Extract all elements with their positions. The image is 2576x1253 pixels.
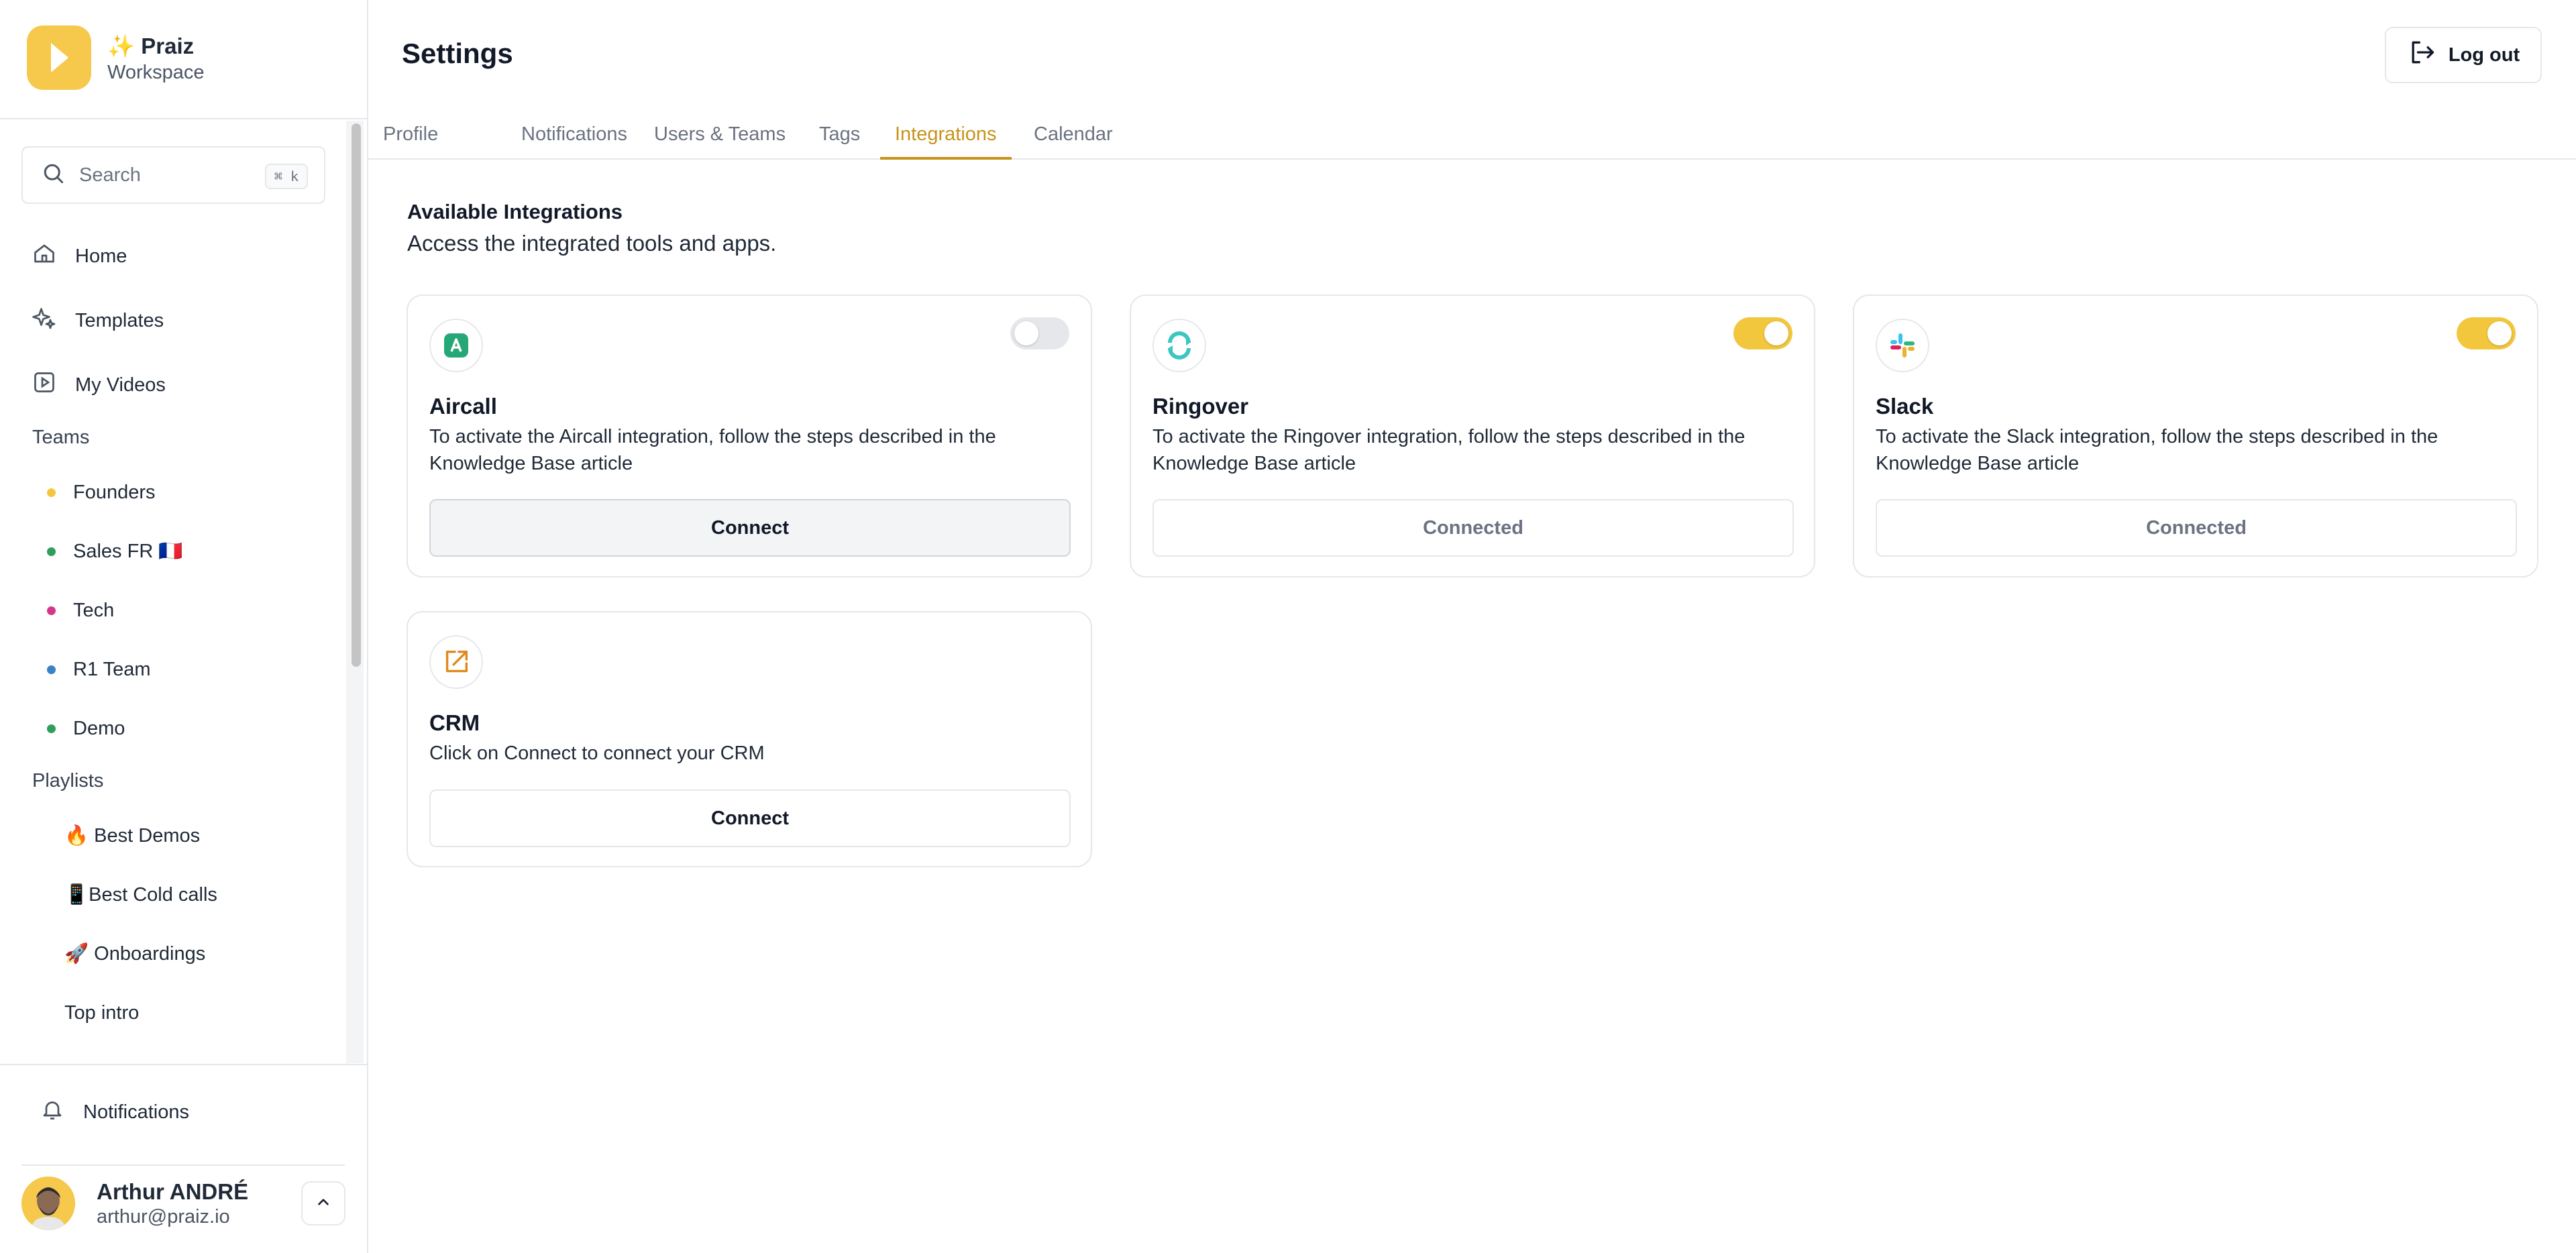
integration-card-crm: CRM Click on Connect to connect your CRM… (407, 611, 1092, 867)
sidebar-item-playlist[interactable]: 🚀 Onboardings (64, 934, 205, 974)
settings-tabs: Profile Notifications Users & Teams Tags… (368, 114, 2576, 160)
praiz-logo-icon (27, 25, 91, 90)
aircall-icon (429, 319, 483, 372)
playlist-label: 📱Best Cold calls (64, 884, 217, 906)
team-color-dot (47, 606, 56, 615)
tab-calendar[interactable]: Calendar (1019, 123, 1128, 158)
sidebar-item-team-demo[interactable]: Demo (47, 708, 125, 749)
playlist-label: 🚀 Onboardings (64, 943, 206, 965)
sparkles-icon (32, 306, 56, 335)
team-label: Tech (73, 599, 115, 621)
logout-label: Log out (2448, 44, 2520, 66)
chevron-up-icon (315, 1193, 332, 1214)
sidebar-item-playlist[interactable]: 📱Best Cold calls (64, 875, 217, 915)
page-title: Settings (402, 38, 513, 69)
team-label: R1 Team (73, 658, 151, 680)
tab-profile[interactable]: Profile (368, 123, 453, 158)
sidebar-item-team-r1[interactable]: R1 Team (47, 649, 151, 690)
playlist-label: Top intro (64, 1001, 140, 1024)
ringover-toggle[interactable] (1733, 317, 1792, 349)
sidebar-item-playlist[interactable]: Top intro (64, 993, 139, 1033)
integration-description: To activate the Aircall integration, fol… (429, 426, 996, 474)
search-icon (42, 162, 66, 189)
aircall-connect-button[interactable]: Connect (429, 499, 1071, 557)
logout-icon (2407, 38, 2436, 72)
section-title: Available Integrations (407, 200, 623, 223)
tab-notifications[interactable]: Notifications (506, 123, 642, 158)
toggle-knob (2487, 321, 2512, 345)
team-label: Founders (73, 481, 156, 503)
sidebar-item-team-founders[interactable]: Founders (47, 472, 156, 512)
section-subtitle: Access the integrated tools and apps. (407, 231, 777, 256)
main-content: Settings Log out Profile Notifications U… (368, 0, 2576, 1253)
home-icon (32, 241, 56, 271)
integration-name: Aircall (429, 394, 497, 419)
team-color-dot (47, 724, 56, 733)
sidebar-scrollbar-thumb[interactable] (352, 123, 361, 667)
external-link-icon (429, 635, 483, 689)
search-shortcut-badge: ⌘ k (264, 164, 308, 189)
video-icon (32, 370, 56, 400)
integration-card-slack: Slack To activate the Slack integration,… (1853, 294, 2538, 578)
sidebar-footer: Notifications Arthur ANDRÉ arthur@praiz.… (0, 1064, 367, 1253)
search-placeholder: Search (79, 164, 141, 186)
sidebar-item-home[interactable]: Home (32, 236, 127, 276)
tab-tags[interactable]: Tags (804, 123, 875, 158)
logout-button[interactable]: Log out (2385, 27, 2542, 83)
teams-section-title: Teams (32, 427, 90, 448)
user-menu-button[interactable] (301, 1181, 345, 1225)
user-name: Arthur ANDRÉ (97, 1179, 249, 1204)
slack-icon (1876, 319, 1929, 372)
sidebar-item-playlist[interactable]: 🔥 Best Demos (64, 816, 200, 856)
playlist-label: 🔥 Best Demos (64, 825, 201, 847)
tab-users-teams[interactable]: Users & Teams (639, 123, 800, 158)
integration-description: To activate the Slack integration, follo… (1876, 426, 2438, 474)
ringover-connected-button[interactable]: Connected (1152, 499, 1794, 557)
crm-connect-button[interactable]: Connect (429, 789, 1071, 847)
integration-name: Slack (1876, 394, 1934, 419)
team-color-dot (47, 488, 56, 497)
sidebar-item-team-tech[interactable]: Tech (47, 590, 114, 631)
toggle-knob (1764, 321, 1788, 345)
sidebar-item-templates[interactable]: Templates (32, 301, 164, 341)
playlists-section-title: Playlists (32, 770, 104, 792)
slack-toggle[interactable] (2457, 317, 2516, 349)
aircall-toggle[interactable] (1010, 317, 1069, 349)
sidebar-item-team-sales-fr[interactable]: Sales FR 🇫🇷 (47, 531, 182, 571)
bell-icon (40, 1097, 64, 1127)
integration-card-aircall: Aircall To activate the Aircall integrat… (407, 294, 1092, 578)
integration-description: Click on Connect to connect your CRM (429, 743, 765, 764)
search-input[interactable]: Search ⌘ k (21, 146, 325, 204)
ringover-icon (1152, 319, 1206, 372)
team-color-dot (47, 547, 56, 556)
workspace-label: Workspace (107, 62, 205, 83)
avatar (21, 1177, 75, 1230)
integration-name: Ringover (1152, 394, 1249, 419)
workspace-switcher[interactable]: ✨ Praiz Workspace (0, 0, 367, 119)
notifications-label: Notifications (83, 1101, 189, 1123)
sidebar: ✨ Praiz Workspace Search ⌘ k Home Templa… (0, 0, 368, 1253)
sidebar-item-my-videos[interactable]: My Videos (32, 365, 166, 405)
integration-description: To activate the Ringover integration, fo… (1152, 426, 1746, 474)
user-email: arthur@praiz.io (97, 1206, 230, 1228)
integration-card-ringover: Ringover To activate the Ringover integr… (1130, 294, 1815, 578)
sidebar-item-label: My Videos (75, 374, 166, 396)
divider (21, 1164, 345, 1166)
tab-integrations[interactable]: Integrations (880, 123, 1012, 160)
toggle-knob (1014, 321, 1038, 345)
sidebar-item-label: Templates (75, 309, 164, 331)
integration-name: CRM (429, 710, 480, 735)
team-label: Sales FR 🇫🇷 (73, 541, 183, 562)
sidebar-scroll-area: Search ⌘ k Home Templates My Videos Team… (0, 121, 367, 1063)
sidebar-item-label: Home (75, 245, 127, 267)
slack-connected-button[interactable]: Connected (1876, 499, 2517, 557)
workspace-name: ✨ Praiz (107, 34, 195, 58)
team-label: Demo (73, 717, 125, 739)
sidebar-item-notifications[interactable]: Notifications (40, 1092, 189, 1132)
team-color-dot (47, 665, 56, 674)
